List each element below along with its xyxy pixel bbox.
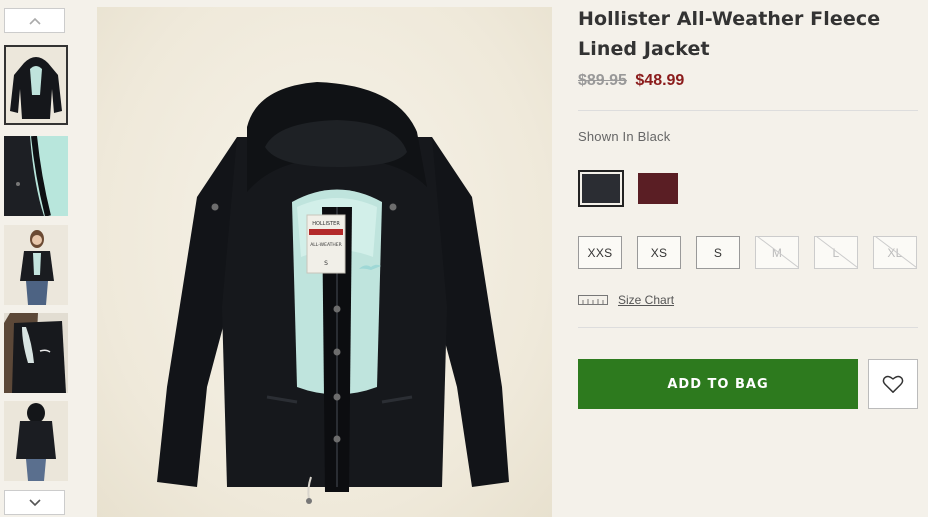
size-button-s[interactable]: S: [696, 236, 740, 269]
jacket-thumbnail-image: [4, 45, 68, 125]
label-sub: ALL-WEATHER: [310, 242, 342, 248]
swatch-fill: [582, 174, 620, 203]
label-size: S: [324, 260, 328, 267]
thumbnail-scroll-down-button[interactable]: [4, 490, 65, 515]
wishlist-button[interactable]: [868, 359, 918, 409]
color-swatch-burgundy[interactable]: [635, 170, 681, 207]
chevron-up-icon: [28, 17, 41, 25]
jacket-image: HOLLISTER ALL-WEATHER S: [157, 82, 509, 504]
thumbnail-model-front[interactable]: [4, 225, 68, 305]
add-to-bag-button[interactable]: ADD TO BAG: [578, 359, 858, 409]
color-swatch-black[interactable]: [578, 170, 624, 207]
price-row: $89.95 $48.99: [578, 72, 684, 90]
original-price: $89.95: [578, 72, 627, 89]
size-button-l: L: [814, 236, 858, 269]
size-button-xxs[interactable]: XXS: [578, 236, 622, 269]
heart-icon: [882, 375, 904, 393]
thumbnail-model-side[interactable]: [4, 313, 68, 393]
thumbnail-scroll-up-button[interactable]: [4, 8, 65, 33]
size-button-xl: XL: [873, 236, 917, 269]
thumbnail-model-back[interactable]: [4, 401, 68, 481]
size-chart-label[interactable]: Size Chart: [618, 293, 674, 307]
model-side-thumbnail-image: [4, 313, 68, 393]
sale-price: $48.99: [635, 72, 685, 89]
label-brand: HOLLISTER: [312, 221, 340, 227]
size-button-xs[interactable]: XS: [637, 236, 681, 269]
ruler-icon: [578, 295, 608, 305]
swatch-fill: [638, 173, 678, 204]
divider: [578, 327, 918, 328]
main-product-image[interactable]: HOLLISTER ALL-WEATHER S: [97, 7, 552, 517]
product-title: Hollister All-Weather Fleece Lined Jacke…: [578, 8, 881, 60]
model-back-thumbnail-image: [4, 401, 68, 481]
lining-detail-thumbnail-image: [4, 136, 68, 216]
thumbnail-front-view[interactable]: [4, 45, 68, 125]
size-button-m: M: [755, 236, 799, 269]
chevron-down-icon: [28, 498, 41, 506]
shown-in-color-label: Shown In Black: [578, 129, 671, 144]
divider: [578, 110, 918, 111]
size-chart-link[interactable]: Size Chart: [578, 293, 674, 307]
model-front-thumbnail-image: [4, 225, 68, 305]
thumbnail-lining-detail[interactable]: [4, 136, 68, 216]
